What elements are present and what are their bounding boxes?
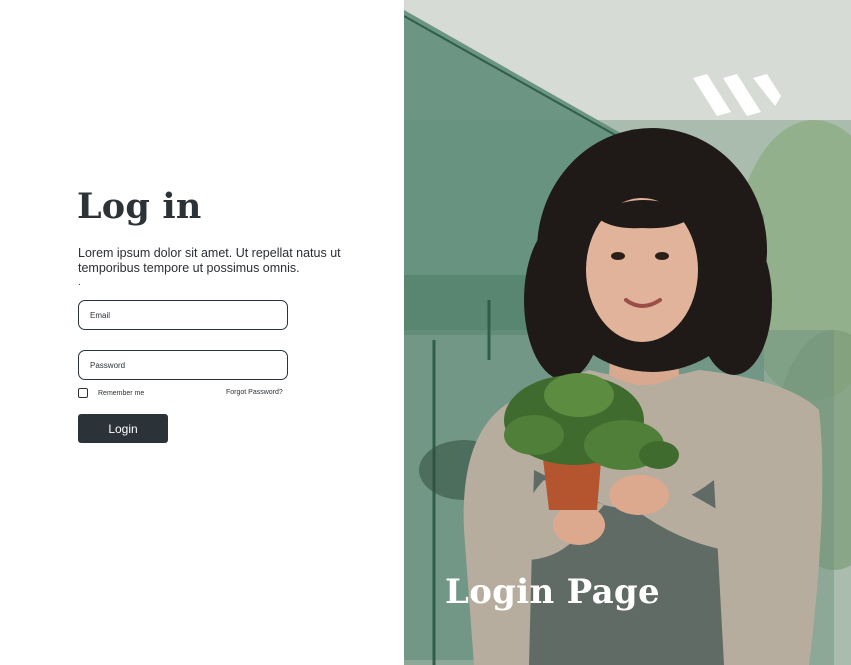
remember-me[interactable]: Remember me	[78, 387, 144, 399]
woman-holding-plant-photo	[404, 0, 851, 665]
page-title: Log in	[77, 186, 202, 227]
hero-panel: Login Page	[404, 0, 851, 665]
remember-me-checkbox[interactable]	[78, 388, 88, 398]
w-logo-icon	[693, 74, 781, 116]
forgot-password-link[interactable]: Forgot Password?	[226, 389, 283, 396]
password-field[interactable]	[78, 350, 288, 380]
remember-me-label: Remember me	[98, 389, 145, 397]
login-panel: Log in Lorem ipsum dolor sit amet. Ut re…	[0, 0, 404, 665]
email-field[interactable]	[78, 300, 288, 330]
hero-title: Login Page	[445, 572, 660, 612]
description-dot: .	[78, 277, 81, 288]
login-button[interactable]: Login	[78, 414, 168, 443]
login-description: Lorem ipsum dolor sit amet. Ut repellat …	[78, 246, 341, 275]
